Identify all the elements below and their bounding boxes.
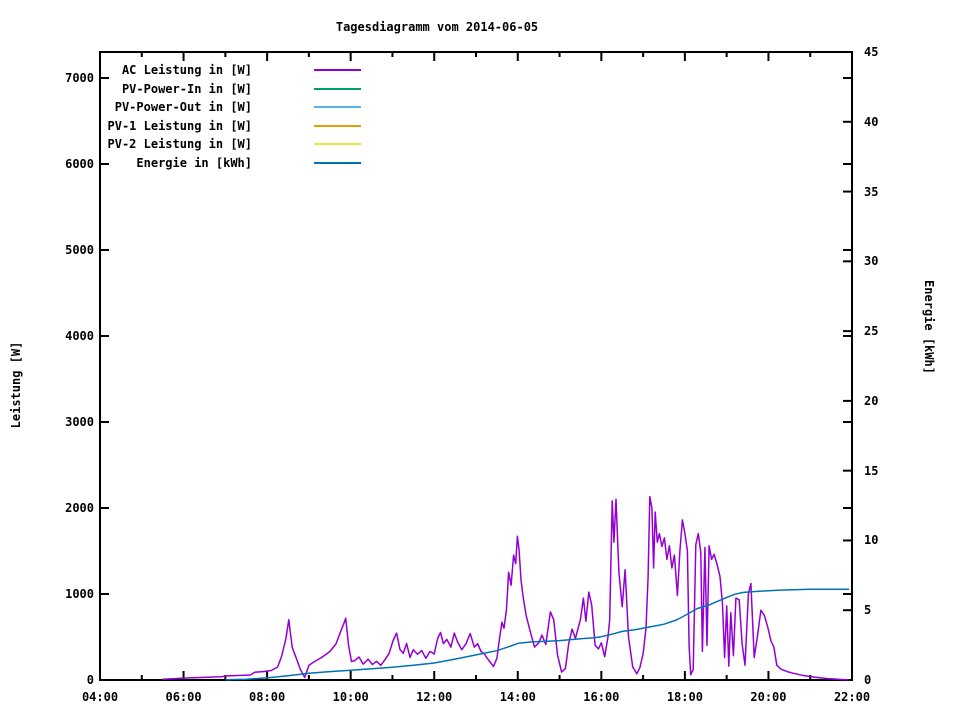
legend-color-line: [314, 125, 361, 127]
legend-item-label: PV-Power-In in [W]: [52, 81, 252, 97]
x-tick-label: 10:00: [311, 689, 391, 705]
y2-tick-label: 10: [864, 532, 912, 548]
y2-axis-label: Energie [kWh]: [922, 280, 936, 374]
y2-tick-label: 20: [864, 393, 912, 409]
x-tick-label: 14:00: [478, 689, 558, 705]
y-tick-label: 2000: [34, 500, 94, 516]
legend-item-label: PV-Power-Out in [W]: [52, 99, 252, 115]
legend-color-line: [314, 88, 361, 90]
legend-item-label: PV-1 Leistung in [W]: [52, 118, 252, 134]
y2-tick-label: 15: [864, 463, 912, 479]
legend-color-line: [314, 143, 361, 145]
x-tick-label: 22:00: [812, 689, 892, 705]
x-tick-label: 08:00: [227, 689, 307, 705]
y-tick-label: 1000: [34, 586, 94, 602]
x-tick-label: 06:00: [144, 689, 224, 705]
series-line: [225, 589, 849, 679]
y-tick-label: 3000: [34, 414, 94, 430]
y2-tick-label: 30: [864, 253, 912, 269]
x-tick-label: 12:00: [394, 689, 474, 705]
chart-canvas: Tagesdiagramm vom 2014-06-05 Leistung [W…: [0, 0, 960, 720]
legend-color-line: [314, 106, 361, 108]
y2-tick-label: 45: [864, 44, 912, 60]
legend-color-line: [314, 162, 361, 164]
legend-color-line: [314, 69, 361, 71]
legend-item-label: AC Leistung in [W]: [52, 62, 252, 78]
y-tick-label: 5000: [34, 242, 94, 258]
legend-item-label: PV-2 Leistung in [W]: [52, 136, 252, 152]
x-tick-label: 04:00: [60, 689, 140, 705]
legend-item-label: Energie in [kWh]: [52, 155, 252, 171]
y-axis-label: Leistung [W]: [9, 342, 23, 429]
y-tick-label: 4000: [34, 328, 94, 344]
y2-tick-label: 5: [864, 602, 912, 618]
y-tick-label: 0: [34, 672, 94, 688]
x-tick-label: 16:00: [561, 689, 641, 705]
y2-tick-label: 40: [864, 114, 912, 130]
series-line: [163, 497, 849, 680]
chart-title: Tagesdiagramm vom 2014-06-05: [336, 20, 538, 34]
y2-tick-label: 35: [864, 184, 912, 200]
x-tick-label: 18:00: [645, 689, 725, 705]
x-tick-label: 20:00: [728, 689, 808, 705]
y2-tick-label: 0: [864, 672, 912, 688]
y2-tick-label: 25: [864, 323, 912, 339]
